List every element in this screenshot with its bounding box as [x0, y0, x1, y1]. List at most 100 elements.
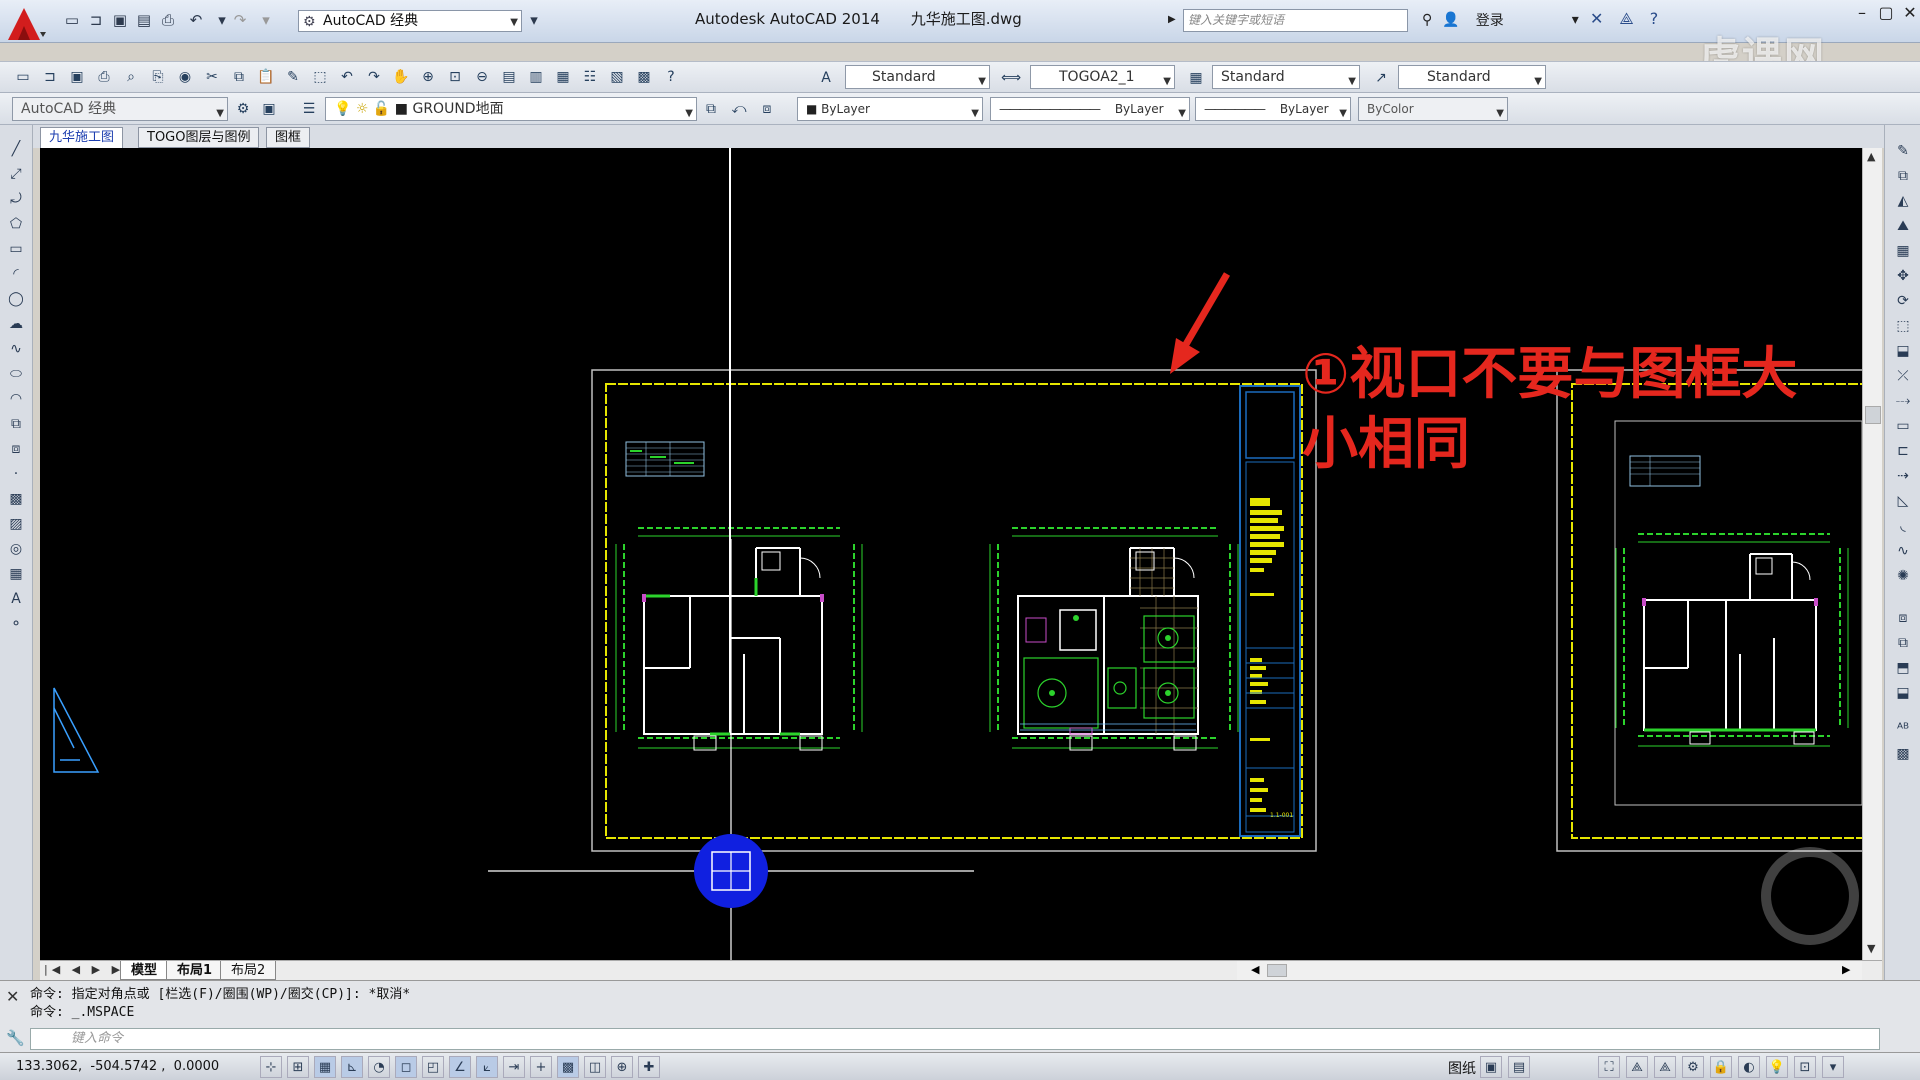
- dim-style-select[interactable]: TOGOA2_1 ▼: [1030, 65, 1175, 89]
- cut-icon[interactable]: ✂: [201, 66, 223, 88]
- point-icon[interactable]: ·: [4, 463, 28, 485]
- open-icon[interactable]: ⊐: [86, 10, 106, 30]
- add-selected-icon[interactable]: ⚬: [4, 613, 28, 635]
- paper-space-label[interactable]: 图纸: [1448, 1058, 1476, 1078]
- join-icon[interactable]: ⇢: [1891, 465, 1915, 487]
- tab-layout2[interactable]: 布局2: [220, 961, 277, 980]
- rotate-icon[interactable]: ⟳: [1891, 290, 1915, 312]
- plotstyle-select[interactable]: ByColor ▼: [1358, 97, 1508, 121]
- table-style-select[interactable]: Standard ▼: [1212, 65, 1360, 89]
- circle-icon[interactable]: ◯: [4, 288, 28, 310]
- workspace-settings-icon[interactable]: ⚙: [232, 98, 254, 120]
- dyn-icon[interactable]: ⇥: [503, 1056, 525, 1078]
- revcloud-icon[interactable]: ☁: [4, 313, 28, 335]
- binoculars-icon[interactable]: ⚲: [1422, 12, 1432, 28]
- close-button[interactable]: ✕: [1898, 0, 1920, 26]
- maximize-button[interactable]: ▢: [1874, 0, 1898, 26]
- hscroll-thumb[interactable]: [1267, 964, 1287, 977]
- clean-screen-icon[interactable]: ⊡: [1794, 1056, 1816, 1078]
- signin-button[interactable]: 登录: [1476, 10, 1504, 30]
- publish-icon[interactable]: ⎘: [147, 66, 169, 88]
- quickcalc-icon[interactable]: ▩: [633, 66, 655, 88]
- zoom-previous-icon[interactable]: ⊖: [471, 66, 493, 88]
- minimize-button[interactable]: –: [1850, 0, 1874, 26]
- break-icon[interactable]: ⊏: [1891, 440, 1915, 462]
- linetype-select[interactable]: —————————— ByLayer ▼: [990, 97, 1190, 121]
- array-icon[interactable]: ▦: [1891, 240, 1915, 262]
- tool-palettes-icon[interactable]: ▦: [552, 66, 574, 88]
- mtext-icon[interactable]: A: [4, 588, 28, 610]
- polygon-icon[interactable]: ⬠: [4, 213, 28, 235]
- draworder-icon[interactable]: ⧈: [1891, 607, 1915, 629]
- search-input[interactable]: 键入关键字或短语: [1183, 9, 1408, 32]
- layer-select[interactable]: 💡 ☼ 🔓 ■ GROUND地面 ▼: [325, 97, 697, 121]
- command-input[interactable]: 键入命令: [30, 1028, 1880, 1050]
- plot-icon[interactable]: ⎙: [158, 10, 178, 30]
- lineweight-select[interactable]: —————— ByLayer ▼: [1195, 97, 1351, 121]
- save-as-icon[interactable]: ▤: [134, 10, 154, 30]
- scroll-right-icon[interactable]: ▶: [1842, 963, 1850, 976]
- block-editor-icon[interactable]: ⬚: [309, 66, 331, 88]
- dim-style-icon[interactable]: ⟺: [1000, 67, 1022, 89]
- isolate-objects-icon[interactable]: 💡: [1766, 1056, 1788, 1078]
- draworder-back-icon[interactable]: ⧉: [1891, 632, 1915, 654]
- qp-icon[interactable]: ◫: [584, 1056, 606, 1078]
- tab-model[interactable]: 模型: [120, 961, 169, 980]
- lineweight-icon[interactable]: +: [530, 1056, 552, 1078]
- wrench-icon[interactable]: 🔧: [6, 1029, 25, 1047]
- offset-icon[interactable]: ⛰: [1891, 215, 1915, 237]
- chamfer-icon[interactable]: ◺: [1891, 490, 1915, 512]
- infer-constraints-icon[interactable]: ⊹: [260, 1056, 282, 1078]
- quick-view-drawings-icon[interactable]: ▤: [1508, 1056, 1530, 1078]
- explode-icon[interactable]: ✺: [1891, 565, 1915, 587]
- insert-block-icon[interactable]: ⧉: [4, 413, 28, 435]
- save-icon[interactable]: ▣: [110, 10, 130, 30]
- layer-previous-icon[interactable]: ⤺: [728, 98, 750, 120]
- 3d-dwf-icon[interactable]: ◉: [174, 66, 196, 88]
- snap-icon[interactable]: ⊞: [287, 1056, 309, 1078]
- am-icon[interactable]: ✚: [638, 1056, 660, 1078]
- user-icon[interactable]: 👤: [1442, 12, 1459, 28]
- annotation-scale-icon[interactable]: ⟁: [1626, 1056, 1648, 1078]
- sheet-set-icon[interactable]: ☷: [579, 66, 601, 88]
- markup-icon[interactable]: ▧: [606, 66, 628, 88]
- fillet-icon[interactable]: ◟: [1891, 515, 1915, 537]
- new-icon[interactable]: ▭: [62, 10, 82, 30]
- preview-icon[interactable]: ⌕: [120, 66, 142, 88]
- workspace-dropdown[interactable]: ⚙ AutoCAD 经典 ▼: [298, 10, 522, 32]
- exchange-icon[interactable]: ✕: [1590, 9, 1603, 29]
- multileader-style-icon[interactable]: ↗: [1370, 67, 1392, 89]
- spline-icon[interactable]: ∿: [4, 338, 28, 360]
- send-under-icon[interactable]: ⬓: [1891, 682, 1915, 704]
- zoom-window-icon[interactable]: ⊡: [444, 66, 466, 88]
- redo-icon[interactable]: ↷: [230, 10, 250, 30]
- redo-icon[interactable]: ↷: [363, 66, 385, 88]
- undo-dropdown-icon[interactable]: ▾: [212, 10, 232, 30]
- toolbar-lock-icon[interactable]: 🔒: [1710, 1056, 1732, 1078]
- open-icon[interactable]: ⊐: [39, 66, 61, 88]
- properties-icon[interactable]: ▤: [498, 66, 520, 88]
- doc-tab-2[interactable]: TOGO图层与图例: [138, 127, 260, 148]
- workspace-switch-icon[interactable]: ⚙: [1682, 1056, 1704, 1078]
- drawing-canvas[interactable]: 1.1-001 ①视口不要与图框大 小相同: [40, 148, 1862, 960]
- tab-layout1[interactable]: 布局1: [166, 961, 224, 980]
- status-menu-icon[interactable]: ▾: [1822, 1056, 1844, 1078]
- match-properties-icon[interactable]: ✎: [282, 66, 304, 88]
- blend-icon[interactable]: ∿: [1891, 540, 1915, 562]
- design-center-icon[interactable]: ▥: [525, 66, 547, 88]
- make-block-icon[interactable]: ⧈: [4, 438, 28, 460]
- scroll-thumb[interactable]: [1865, 406, 1881, 424]
- text-front-icon[interactable]: ᴬᴮ: [1891, 718, 1915, 740]
- doc-tab-1[interactable]: 九华施工图: [40, 127, 124, 148]
- qat-customize-icon[interactable]: ▾: [524, 10, 544, 30]
- move-icon[interactable]: ✥: [1891, 265, 1915, 287]
- annotation-visibility-icon[interactable]: ⟁: [1654, 1056, 1676, 1078]
- arc-icon[interactable]: ◜: [4, 263, 28, 285]
- paste-icon[interactable]: 📋: [255, 66, 277, 88]
- tab-nav-arrows-icon[interactable]: |◀ ◀ ▶ ▶|: [44, 963, 132, 976]
- close-command-icon[interactable]: ✕: [6, 987, 19, 1006]
- zoom-realtime-icon[interactable]: ⊕: [417, 66, 439, 88]
- autodesk360-icon[interactable]: ⟁: [1619, 9, 1633, 29]
- help-icon[interactable]: ?: [660, 66, 682, 88]
- pan-icon[interactable]: ✋: [390, 66, 412, 88]
